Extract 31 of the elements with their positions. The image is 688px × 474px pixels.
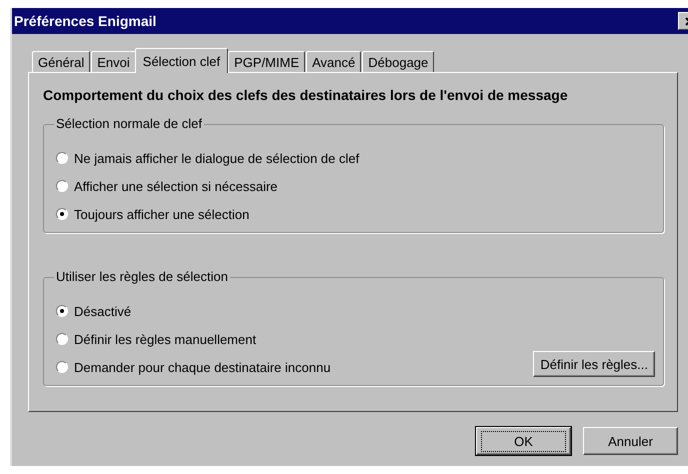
radio-button[interactable] — [56, 152, 68, 164]
option-label: Toujours afficher une sélection — [74, 206, 250, 222]
radio-option[interactable]: Afficher une sélection si nécessaire — [56, 172, 360, 200]
radio-button[interactable] — [56, 208, 68, 220]
option-label: Définir les règles manuellement — [74, 332, 256, 346]
option-label: Ne jamais afficher le dialogue de sélection de clef — [74, 150, 360, 166]
radio-option[interactable]: Ne jamais afficher le dialogue de sélection de clef — [56, 144, 360, 172]
tab[interactable]: Général — [32, 51, 90, 72]
dialog-button[interactable]: Annuler — [583, 427, 678, 455]
tab[interactable]: Avancé — [306, 51, 362, 72]
section-heading: Comportement du choix des clefs des destinataires lors de l'envoi de message — [43, 87, 569, 103]
window-title: Préférences Enigmail — [14, 13, 156, 29]
group-title: Utiliser les règles de sélection — [54, 269, 230, 284]
tab[interactable]: PGP/MIME — [228, 51, 306, 72]
radio-button[interactable] — [56, 333, 68, 345]
option-label: Demander pour chaque destinataire inconnu — [74, 360, 331, 374]
option-label: Désactivé — [74, 304, 132, 318]
group-title: Sélection normale de clef — [54, 116, 204, 131]
radio-option[interactable]: Définir les règles manuellement — [56, 325, 331, 353]
radio-option[interactable]: Demander pour chaque destinataire inconnu — [56, 353, 331, 381]
tab[interactable]: Débogage — [362, 51, 434, 72]
tab[interactable]: Envoi — [91, 51, 136, 72]
define-rules-button[interactable]: Définir les règles... — [533, 351, 655, 377]
option-label: Afficher une sélection si nécessaire — [74, 178, 278, 194]
dialog-button[interactable]: OK — [476, 427, 571, 455]
radio-button[interactable] — [56, 361, 68, 373]
radio-option[interactable]: Toujours afficher une sélection — [56, 200, 360, 228]
radio-option[interactable]: Désactivé — [56, 297, 331, 325]
tab[interactable]: Sélection clef — [134, 48, 228, 73]
radio-button[interactable] — [56, 180, 68, 192]
radio-button[interactable] — [56, 305, 68, 317]
